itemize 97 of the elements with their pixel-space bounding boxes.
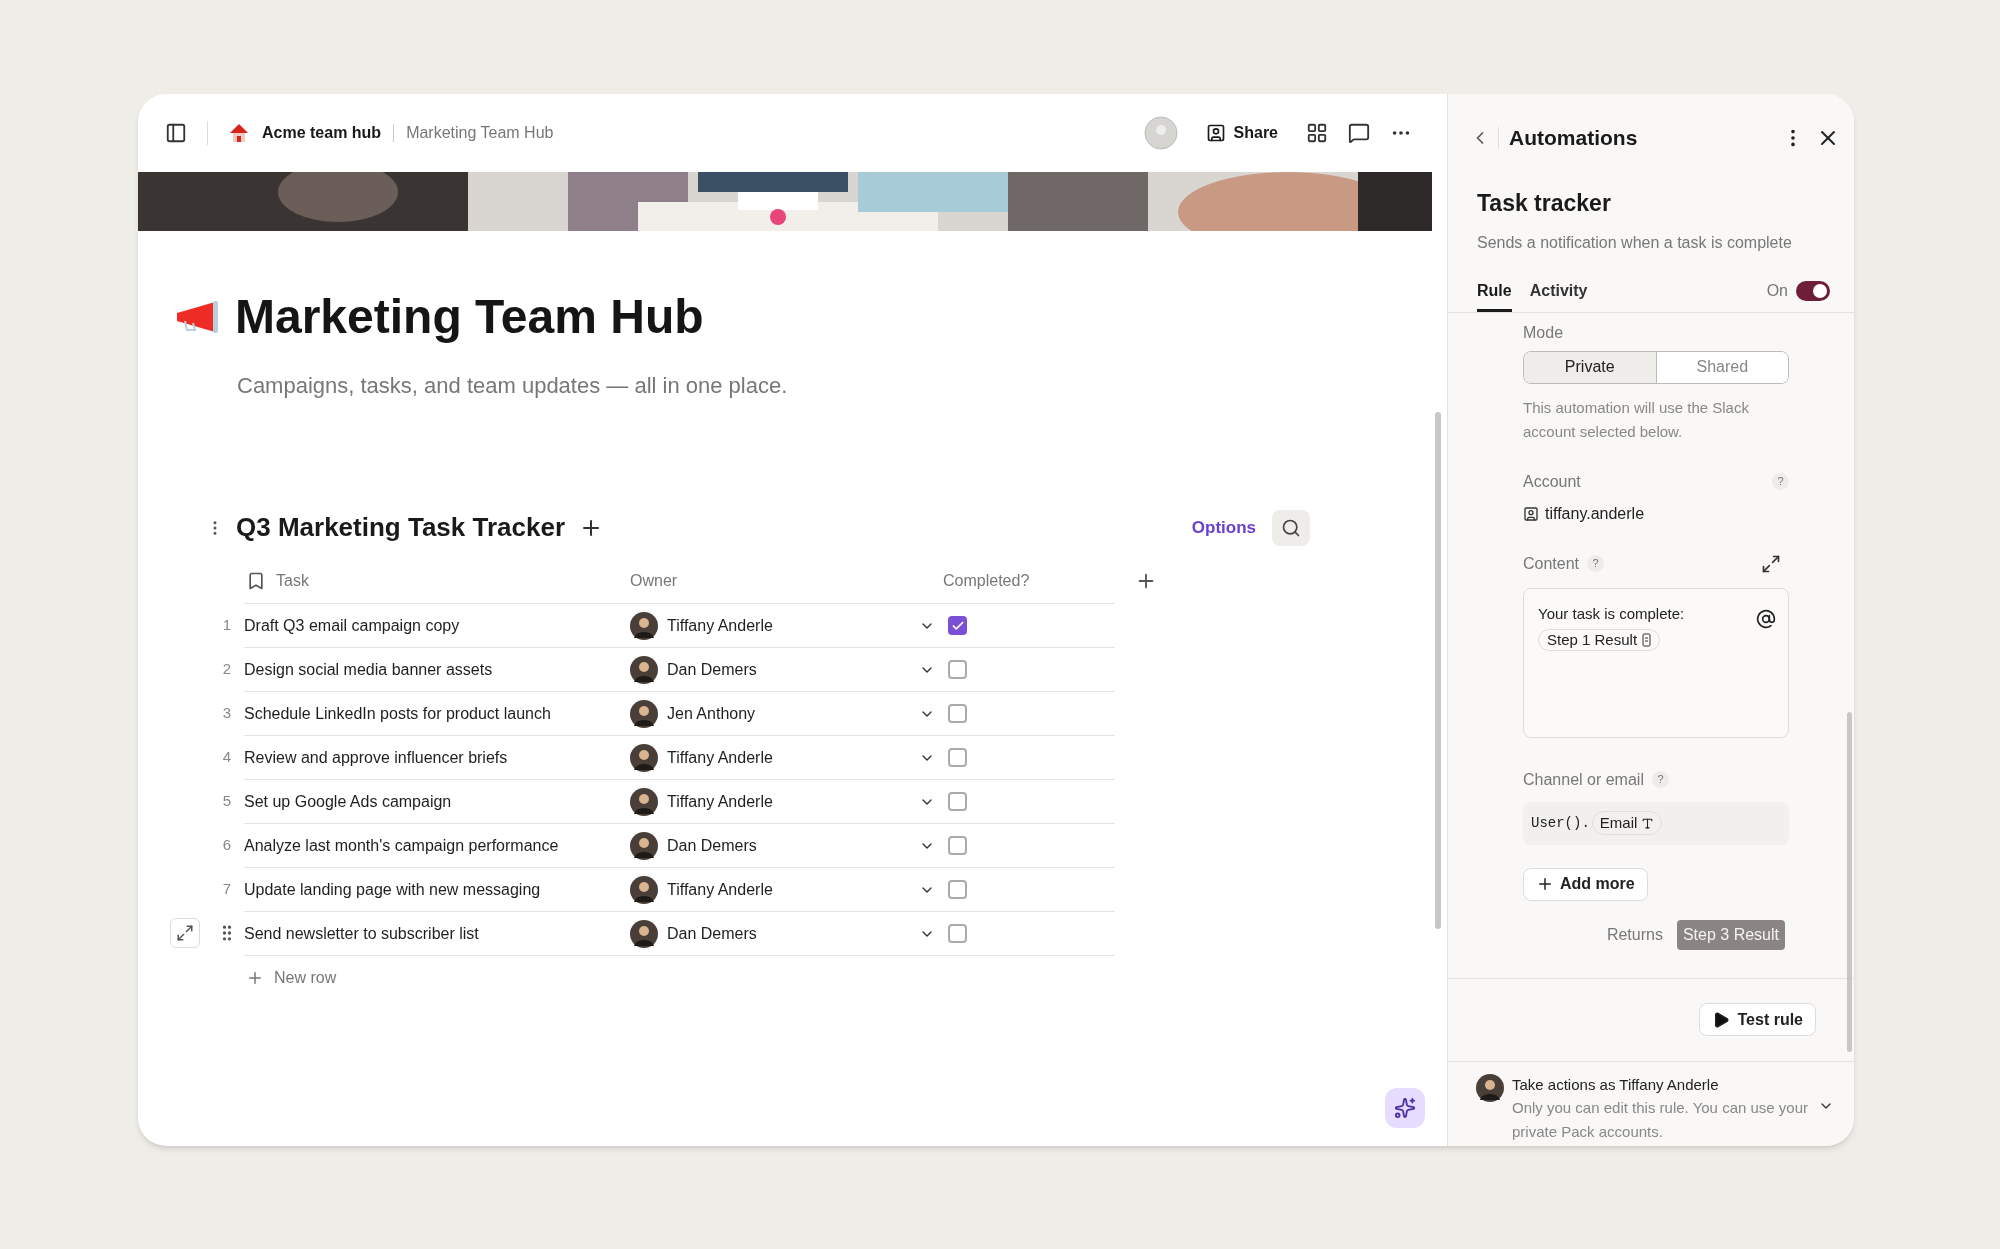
- owner-avatar: [630, 699, 658, 728]
- add-more-button[interactable]: Add more: [1523, 867, 1648, 901]
- task-cell-text: Design social media banner assets: [244, 659, 494, 680]
- rule-title: Task tracker: [1477, 189, 1612, 218]
- panel-title: Automations: [1509, 125, 1638, 152]
- user-icon: [1205, 123, 1226, 143]
- text-type-icon: [1641, 816, 1655, 830]
- page-title: Marketing Team Hub: [235, 293, 704, 341]
- owner-name: Jen Anthony: [667, 703, 756, 724]
- mode-option[interactable]: Private: [1524, 351, 1657, 383]
- owner-avatar: [630, 831, 658, 860]
- owner-avatar: [630, 655, 658, 684]
- page-breadcrumb[interactable]: Marketing Team Hub: [406, 121, 554, 145]
- channel-field[interactable]: User(). Email: [1523, 801, 1789, 845]
- footer-title: Take actions as Tiffany Anderle: [1512, 1074, 1720, 1095]
- owner-name: Tiffany Anderle: [667, 747, 773, 768]
- owner-avatar: [630, 875, 658, 904]
- row-number: 2: [222, 658, 232, 679]
- mode-note: This automation will use the Slack account selected below.: [1523, 397, 1750, 442]
- rule-description: Sends a notification when a task is complete: [1477, 232, 1793, 253]
- owner-name: Dan Demers: [667, 923, 757, 944]
- completed-checkbox[interactable]: [948, 836, 967, 855]
- workspace-name[interactable]: Acme team hub: [262, 121, 382, 145]
- row-number: 3: [222, 702, 232, 723]
- completed-checkbox[interactable]: [948, 748, 967, 767]
- bookmark-icon: [246, 571, 266, 591]
- content-editor[interactable]: Your task is complete: Step 1 Result: [1523, 587, 1789, 738]
- help-badge[interactable]: ?: [1651, 771, 1669, 788]
- row-number: 6: [222, 834, 232, 855]
- search-button[interactable]: [1272, 509, 1310, 546]
- field-label: Account: [1523, 471, 1581, 492]
- column-header[interactable]: Task: [276, 569, 309, 593]
- plus-icon: [1536, 875, 1554, 893]
- table-title: Q3 Marketing Task Tracker: [236, 511, 565, 544]
- content-text: Your task is complete:: [1538, 603, 1685, 624]
- mention-icon[interactable]: [1756, 608, 1776, 629]
- footer-note: Only you can edit this rule. You can use your private Pack accounts.: [1512, 1098, 1809, 1142]
- column-header[interactable]: Completed?: [935, 569, 1115, 593]
- options-link[interactable]: Options: [1191, 514, 1256, 541]
- task-cell-text: Send newsletter to subscriber list: [244, 923, 480, 944]
- task-cell-text: Schedule LinkedIn posts for product launch: [244, 703, 552, 724]
- returns-label: Returns: [1606, 924, 1663, 945]
- completed-checkbox[interactable]: [948, 880, 967, 899]
- toggle-label: On: [1766, 281, 1788, 301]
- task-cell-text: Analyze last month's campaign performance: [244, 835, 560, 856]
- task-cell-text: Set up Google Ads campaign: [244, 791, 453, 812]
- comments-icon[interactable]: [1348, 122, 1370, 144]
- test-rule-button[interactable]: Test rule: [1698, 1003, 1816, 1036]
- user-icon: [1523, 505, 1539, 522]
- completed-checkbox[interactable]: [948, 616, 967, 635]
- help-badge[interactable]: ?: [1772, 473, 1789, 490]
- field-label: Channel or email: [1523, 769, 1644, 790]
- owner-name: Tiffany Anderle: [667, 879, 773, 900]
- row-number: 7: [222, 878, 232, 899]
- expand-row-button[interactable]: [170, 918, 200, 948]
- megaphone-icon: [175, 299, 219, 335]
- row-number: 5: [222, 790, 232, 811]
- tab[interactable]: Rule: [1477, 276, 1512, 312]
- field-label: Mode: [1523, 322, 1565, 343]
- help-badge[interactable]: ?: [1587, 555, 1605, 572]
- task-cell-text: Update landing page with new messaging: [244, 879, 542, 900]
- apps-icon[interactable]: [1306, 122, 1328, 144]
- task-cell-text: Draft Q3 email campaign copy: [244, 615, 461, 636]
- formula-code: User().: [1531, 813, 1590, 833]
- owner-name: Tiffany Anderle: [667, 791, 773, 812]
- ai-sparkle-button[interactable]: [1385, 1088, 1425, 1128]
- tab[interactable]: Activity: [1529, 276, 1588, 312]
- house-logo-icon: [228, 122, 250, 144]
- document-icon: [1642, 633, 1652, 647]
- owner-avatar: [630, 743, 658, 772]
- field-label: Content: [1523, 553, 1580, 574]
- owner-avatar: [630, 611, 658, 640]
- sparkle-icon: [1394, 1097, 1416, 1119]
- owner-avatar: [630, 787, 658, 816]
- completed-checkbox[interactable]: [948, 660, 967, 679]
- account-value[interactable]: tiffany.anderle: [1545, 501, 1645, 526]
- owner-name: Dan Demers: [667, 835, 757, 856]
- search-icon: [1281, 517, 1301, 538]
- mode-option[interactable]: Shared: [1656, 351, 1788, 383]
- row-number: 1: [222, 614, 232, 635]
- owner-name: Tiffany Anderle: [667, 615, 773, 636]
- completed-checkbox[interactable]: [948, 792, 967, 811]
- row-number: 4: [222, 746, 232, 767]
- completed-checkbox[interactable]: [948, 704, 967, 723]
- user-avatar: [1476, 1073, 1504, 1102]
- on-toggle[interactable]: [1796, 281, 1830, 301]
- task-cell-text: Review and approve influencer briefs: [244, 747, 509, 768]
- owner-avatar: [630, 919, 658, 948]
- new-row-button[interactable]: New row: [244, 965, 337, 990]
- owner-name: Dan Demers: [667, 659, 757, 680]
- expand-icon[interactable]: [1761, 553, 1781, 574]
- page-subtitle: Campaigns, tasks, and team updates — all in one place.: [237, 372, 789, 400]
- expand-icon: [176, 924, 194, 942]
- share-button[interactable]: Share: [1197, 121, 1286, 145]
- sidebar-toggle-icon[interactable]: [165, 122, 187, 144]
- column-header[interactable]: Owner: [630, 569, 935, 593]
- completed-checkbox[interactable]: [948, 924, 967, 943]
